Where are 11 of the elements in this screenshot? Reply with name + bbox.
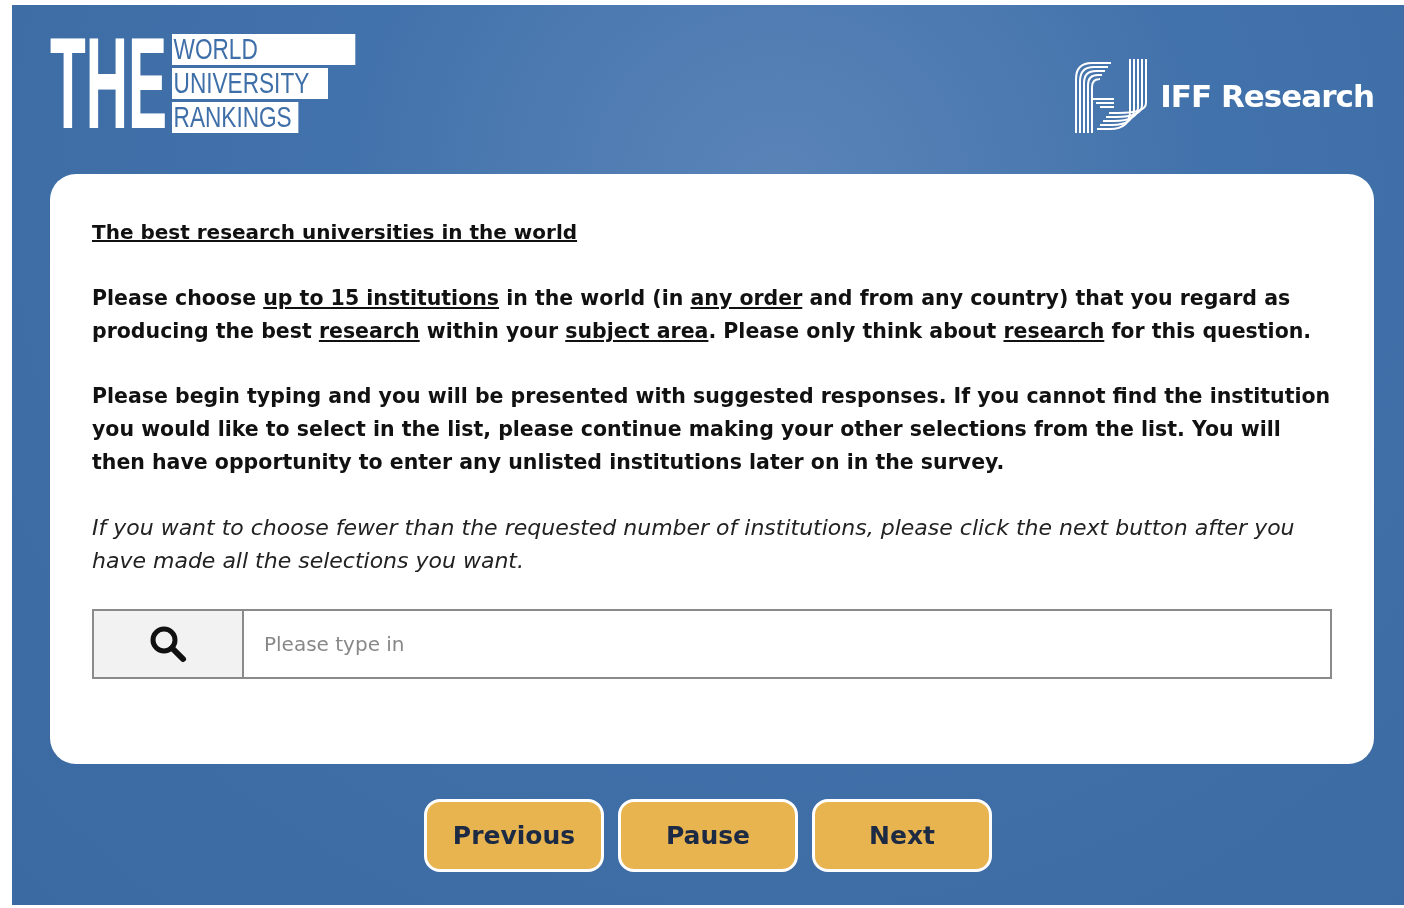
instruction-text: If you want to choose fewer than the requested number of institutions, please click the next button after you have made all the selections you want. xyxy=(92,514,1296,575)
instruction-text: Please begin typing and you will be presented with suggested responses. If you cannot find the institution you would like to select in the list, please continue making your other selections from the list. You will then have opportunity to enter any unlisted institutions later on in the survey. xyxy=(92,383,1332,476)
nav-button[interactable]: Pause xyxy=(618,799,798,872)
search-icon xyxy=(148,624,188,664)
partner-name: IFF Research xyxy=(1160,78,1374,114)
question-title: The best research universities in the world xyxy=(92,219,579,246)
nav-button[interactable]: Next xyxy=(812,799,992,872)
instruction-text: Please choose up to 15 institutions in the world (in any order and from any country) that you regard as producing the best research within your subject area. Please only think about research for this question. xyxy=(92,285,1313,345)
search-field[interactable]: Please type in xyxy=(244,609,1332,679)
search-button[interactable] xyxy=(92,609,244,679)
nav-button[interactable]: Previous xyxy=(424,799,604,872)
